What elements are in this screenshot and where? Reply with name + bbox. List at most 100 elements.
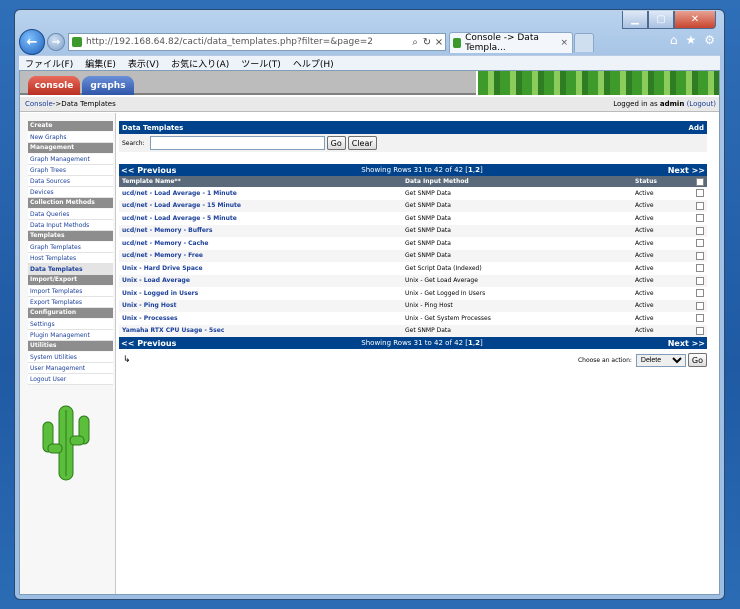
table-row[interactable]: ucd/net - Memory - Buffers Get SNMP Data A… bbox=[119, 224, 707, 237]
menu-tools[interactable]: ツール(T) bbox=[235, 57, 287, 70]
table-row[interactable]: Unix - Processes Unix - Get System Proces… bbox=[119, 312, 707, 325]
row-checkbox[interactable] bbox=[696, 226, 704, 235]
sidebar-item-plugin-management[interactable]: Plugin Management bbox=[28, 330, 113, 341]
gear-icon[interactable]: ⚙ bbox=[704, 33, 715, 47]
table-row[interactable]: Unix - Ping Host Unix - Ping Host Active bbox=[119, 299, 707, 312]
menu-edit[interactable]: 編集(E) bbox=[79, 57, 122, 70]
favorites-star-icon[interactable]: ★ bbox=[685, 33, 696, 47]
tab-console[interactable]: console bbox=[28, 76, 80, 95]
back-button[interactable]: ← bbox=[19, 29, 45, 55]
minimize-button[interactable]: ▁ bbox=[622, 11, 648, 29]
logout-link[interactable]: (Logout) bbox=[687, 100, 716, 108]
pagination-bottom: << Previous Showing Rows 31 to 42 of 42 … bbox=[119, 337, 707, 349]
table-row[interactable]: Unix - Hard Drive Space Get Script Data (… bbox=[119, 262, 707, 275]
template-name-link[interactable]: ucd/net - Memory - Free bbox=[119, 252, 405, 259]
table-row[interactable]: Unix - Load Average Unix - Get Load Avera… bbox=[119, 274, 707, 287]
table-row[interactable]: ucd/net - Memory - Free Get SNMP Data Acti… bbox=[119, 249, 707, 262]
go-button[interactable]: Go bbox=[326, 136, 346, 150]
sidebar-item-data-sources[interactable]: Data Sources bbox=[28, 176, 113, 187]
refresh-icon[interactable]: ↻ bbox=[421, 37, 433, 48]
template-name-link[interactable]: ucd/net - Memory - Buffers bbox=[119, 227, 405, 234]
row-checkbox[interactable] bbox=[696, 314, 704, 323]
row-checkbox[interactable] bbox=[696, 276, 704, 285]
previous-link[interactable]: << Previous bbox=[121, 166, 176, 175]
tab-graphs[interactable]: graphs bbox=[82, 76, 134, 95]
table-row[interactable]: ucd/net - Load Average - 1 Minute Get SNM… bbox=[119, 187, 707, 200]
row-checkbox[interactable] bbox=[696, 264, 704, 273]
action-select[interactable]: Delete bbox=[635, 353, 686, 367]
sidebar-item-import-templates[interactable]: Import Templates bbox=[28, 286, 113, 297]
sidebar-item-export-templates[interactable]: Export Templates bbox=[28, 297, 113, 308]
search-icon[interactable]: ⌕ bbox=[409, 37, 421, 48]
stop-icon[interactable]: × bbox=[433, 37, 445, 48]
template-name-link[interactable]: ucd/net - Load Average - 1 Minute bbox=[119, 190, 405, 197]
data-input-method: Get SNMP Data bbox=[405, 202, 451, 210]
home-icon[interactable]: ⌂ bbox=[670, 33, 678, 47]
template-name-link[interactable]: ucd/net - Memory - Cache bbox=[119, 240, 405, 247]
next-link[interactable]: Next >> bbox=[668, 166, 705, 175]
clear-button[interactable]: Clear bbox=[347, 136, 377, 150]
row-checkbox[interactable] bbox=[696, 214, 704, 223]
sidebar-item-settings[interactable]: Settings bbox=[28, 319, 113, 330]
close-window-button[interactable]: ✕ bbox=[674, 11, 716, 29]
table-row[interactable]: ucd/net - Load Average - 5 Minute Get SNM… bbox=[119, 212, 707, 225]
select-all-checkbox[interactable] bbox=[696, 177, 704, 186]
table-row[interactable]: ucd/net - Load Average - 15 Minute Get SN… bbox=[119, 199, 707, 212]
table-row[interactable]: ucd/net - Memory - Cache Get SNMP Data Act… bbox=[119, 237, 707, 250]
favicon-icon bbox=[72, 37, 82, 47]
previous-link-bottom[interactable]: << Previous bbox=[121, 339, 176, 348]
row-checkbox[interactable] bbox=[696, 326, 704, 335]
row-checkbox[interactable] bbox=[696, 301, 704, 310]
login-status: Logged in as admin (Logout) bbox=[613, 100, 716, 108]
browser-tab[interactable]: Console -> Data Templa... × bbox=[449, 32, 573, 53]
sidebar-item-logout-user[interactable]: Logout User bbox=[28, 374, 113, 385]
tab-close-icon[interactable]: × bbox=[560, 38, 568, 48]
address-bar[interactable]: http://192.168.64.82/cacti/data_template… bbox=[68, 33, 446, 51]
sidebar-item-data-input-methods[interactable]: Data Input Methods bbox=[28, 220, 113, 231]
column-template-name[interactable]: Template Name** bbox=[119, 178, 405, 185]
search-input[interactable] bbox=[149, 136, 325, 150]
template-name-link[interactable]: Unix - Load Average bbox=[119, 277, 405, 284]
template-name-link[interactable]: Unix - Ping Host bbox=[119, 302, 405, 309]
row-checkbox[interactable] bbox=[696, 251, 704, 260]
sidebar-item-new-graphs[interactable]: New Graphs bbox=[28, 132, 113, 143]
menu-favorites[interactable]: お気に入り(A) bbox=[165, 57, 235, 70]
row-checkbox[interactable] bbox=[696, 289, 704, 298]
template-name-link[interactable]: ucd/net - Load Average - 5 Minute bbox=[119, 215, 405, 222]
forward-button[interactable]: → bbox=[47, 33, 65, 51]
sidebar-item-devices[interactable]: Devices bbox=[28, 187, 113, 198]
sidebar-item-data-queries[interactable]: Data Queries bbox=[28, 209, 113, 220]
showing-text: Showing Rows 31 to 42 of 42 [ bbox=[361, 166, 469, 174]
sidebar-item-host-templates[interactable]: Host Templates bbox=[28, 253, 113, 264]
table-row[interactable]: Unix - Logged in Users Unix - Get Logged … bbox=[119, 287, 707, 300]
maximize-button[interactable]: ▢ bbox=[648, 11, 674, 29]
sidebar-item-graph-templates[interactable]: Graph Templates bbox=[28, 242, 113, 253]
table-row[interactable]: Yamaha RTX CPU Usage - 5sec Get SNMP Data… bbox=[119, 324, 707, 337]
column-status: Status bbox=[635, 178, 657, 185]
row-checkbox[interactable] bbox=[696, 189, 704, 198]
sidebar-item-data-templates[interactable]: Data Templates bbox=[28, 264, 113, 275]
template-name-link[interactable]: Yamaha RTX CPU Usage - 5sec bbox=[119, 327, 405, 334]
menu-help[interactable]: ヘルプ(H) bbox=[287, 57, 340, 70]
action-go-button[interactable]: Go bbox=[687, 353, 707, 367]
template-name-link[interactable]: ucd/net - Load Average - 15 Minute bbox=[119, 202, 405, 209]
row-checkbox[interactable] bbox=[696, 201, 704, 210]
breadcrumb-console-link[interactable]: Console bbox=[25, 100, 53, 108]
status-cell: Active bbox=[635, 252, 654, 260]
sidebar-header-collection-methods: Collection Methods bbox=[28, 198, 113, 208]
next-link-bottom[interactable]: Next >> bbox=[668, 339, 705, 348]
template-name-link[interactable]: Unix - Processes bbox=[119, 315, 405, 322]
new-tab-button[interactable] bbox=[574, 33, 594, 52]
showing-end: ] bbox=[480, 166, 483, 174]
sidebar-item-system-utilities[interactable]: System Utilities bbox=[28, 352, 113, 363]
row-checkbox[interactable] bbox=[696, 239, 704, 248]
sidebar-item-user-management[interactable]: User Management bbox=[28, 363, 113, 374]
add-link[interactable]: Add bbox=[689, 124, 704, 132]
menu-view[interactable]: 表示(V) bbox=[122, 57, 165, 70]
template-name-link[interactable]: Unix - Hard Drive Space bbox=[119, 265, 405, 272]
breadcrumb: Console -> Data Templates Logged in as a… bbox=[20, 97, 719, 112]
menu-file[interactable]: ファイル(F) bbox=[19, 57, 79, 70]
template-name-link[interactable]: Unix - Logged in Users bbox=[119, 290, 405, 297]
sidebar-item-graph-trees[interactable]: Graph Trees bbox=[28, 165, 113, 176]
sidebar-item-graph-management[interactable]: Graph Management bbox=[28, 154, 113, 165]
